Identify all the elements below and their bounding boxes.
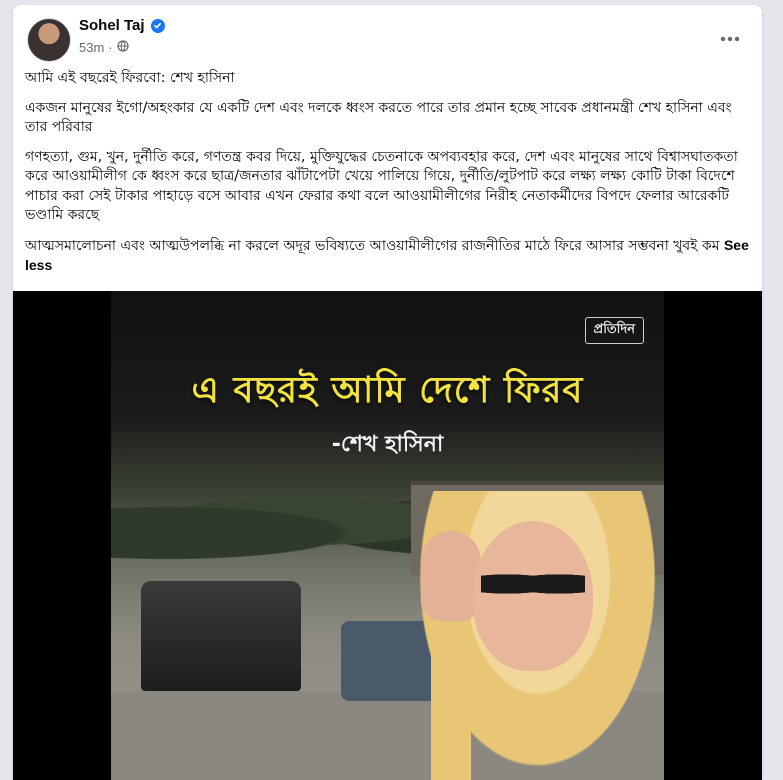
post-paragraph-4: আত্মসমালোচনা এবং আত্মউপলব্ধি না করলে অদূ…	[25, 236, 751, 277]
post-paragraph-4-text: আত্মসমালোচনা এবং আত্মউপলব্ধি না করলে অদূ…	[25, 237, 720, 254]
post-paragraph-3: গণহত্যা, গুম, খুন, দুর্নীতি করে, গণতন্ত্…	[25, 148, 738, 224]
news-brand-logo: প্রতিদিন	[584, 317, 644, 344]
post-header: Sohel Taj 53m ·	[13, 5, 762, 69]
vehicle	[141, 581, 301, 691]
arm	[431, 611, 471, 780]
person-photo	[411, 491, 664, 780]
post-paragraph-2: একজন মানুষের ইগো/অহংকার যে একটি দেশ এবং …	[25, 99, 732, 136]
post-paragraph-1: আমি এই বছরেই ফিরবো: শেখ হাসিনা	[25, 70, 235, 86]
poster-byline: -শেখ হাসিনা	[331, 432, 444, 457]
author-name[interactable]: Sohel Taj	[79, 17, 145, 34]
poster-headline: এ বছরই আমি দেশে ফিরব	[191, 370, 584, 411]
post-meta: 53m ·	[79, 40, 129, 55]
author-row: Sohel Taj	[79, 17, 165, 34]
verified-badge-icon	[150, 18, 165, 33]
post-timestamp[interactable]: 53m	[79, 40, 104, 55]
post-text: আমি এই বছরেই ফিরবো: শেখ হাসিনা একজন মানু…	[25, 69, 751, 287]
meta-separator: ·	[108, 40, 113, 55]
more-dots-icon	[720, 36, 740, 42]
globe-icon[interactable]	[117, 40, 129, 55]
news-poster: প্রতিদিন এ বছরই আমি দেশে ফিরব -শেখ হাসিন…	[111, 291, 664, 780]
avatar[interactable]	[27, 18, 71, 62]
post-image[interactable]: প্রতিদিন এ বছরই আমি দেশে ফিরব -শেখ হাসিন…	[13, 291, 762, 780]
more-options-button[interactable]	[712, 21, 748, 57]
sunglasses	[481, 569, 585, 599]
waving-hand	[421, 531, 481, 621]
post-card: Sohel Taj 53m · আমি এই বছরেই ফিরবো: শেখ …	[13, 5, 762, 780]
